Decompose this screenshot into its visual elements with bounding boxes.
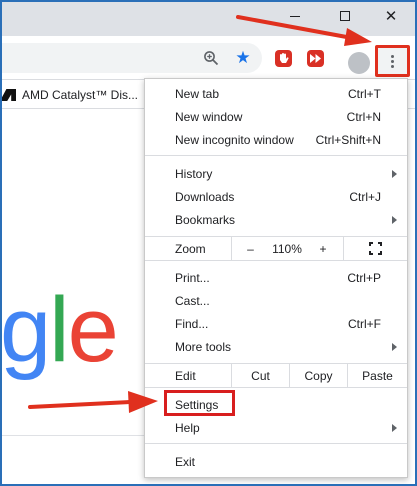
star-icon[interactable]: ★ bbox=[234, 48, 252, 68]
logo-letter: g bbox=[0, 279, 51, 381]
shortcut: Ctrl+F bbox=[348, 316, 381, 331]
menu-item-new-window[interactable]: New window Ctrl+N bbox=[145, 105, 407, 128]
search-box-edge bbox=[0, 435, 145, 436]
maximize-button[interactable] bbox=[322, 0, 368, 32]
zoom-out-button[interactable]: – bbox=[231, 237, 269, 260]
settings-highlight-box bbox=[164, 390, 235, 416]
submenu-arrow-icon bbox=[392, 342, 397, 351]
logo-letter: l bbox=[49, 279, 70, 381]
submenu-arrow-icon bbox=[392, 169, 397, 178]
arrow-to-settings bbox=[28, 391, 158, 413]
fast-forward-extension-icon[interactable] bbox=[306, 49, 324, 67]
close-button[interactable]: ✕ bbox=[368, 0, 414, 32]
copy-button[interactable]: Copy bbox=[289, 364, 347, 387]
edit-label: Edit bbox=[175, 369, 196, 383]
zoom-icon[interactable] bbox=[202, 49, 220, 67]
close-icon: ✕ bbox=[384, 7, 398, 25]
maximize-icon bbox=[340, 11, 350, 21]
menu-item-cast[interactable]: Cast... bbox=[145, 289, 407, 312]
menu-item-help[interactable]: Help bbox=[145, 416, 407, 439]
shortcut: Ctrl+J bbox=[349, 189, 381, 204]
menu-item-exit[interactable]: Exit bbox=[145, 450, 407, 473]
shortcut: Ctrl+N bbox=[346, 109, 381, 124]
shortcut: Ctrl+Shift+N bbox=[315, 132, 381, 147]
menu-item-downloads[interactable]: Downloads Ctrl+J bbox=[145, 185, 407, 208]
menu-item-find[interactable]: Find... Ctrl+F bbox=[145, 312, 407, 335]
bookmark-item[interactable]: AMD Catalyst™ Dis... bbox=[0, 86, 138, 104]
hand-extension-icon[interactable] bbox=[274, 49, 292, 67]
bookmark-label: AMD Catalyst™ Dis... bbox=[22, 88, 139, 102]
menu-item-print[interactable]: Print... Ctrl+P bbox=[145, 266, 407, 289]
google-logo: gle bbox=[0, 279, 119, 381]
zoom-row: Zoom – 110% + bbox=[145, 236, 407, 261]
zoom-in-button[interactable]: + bbox=[305, 237, 341, 260]
more-menu-button[interactable] bbox=[375, 45, 410, 77]
zoom-level: 110% bbox=[272, 241, 302, 256]
cut-button[interactable]: Cut bbox=[231, 364, 289, 387]
logo-letter: e bbox=[67, 279, 119, 381]
amd-logo-icon bbox=[0, 89, 16, 101]
menu-divider bbox=[145, 155, 407, 156]
address-bar[interactable] bbox=[0, 43, 262, 73]
fullscreen-icon bbox=[369, 242, 382, 255]
minimize-button[interactable] bbox=[272, 0, 318, 32]
fullscreen-button[interactable] bbox=[343, 237, 407, 260]
title-bar: ✕ bbox=[0, 0, 417, 36]
shortcut: Ctrl+P bbox=[347, 270, 381, 285]
menu-item-bookmarks[interactable]: Bookmarks bbox=[145, 208, 407, 231]
more-menu-icon bbox=[391, 54, 394, 58]
menu-item-new-incognito-window[interactable]: New incognito window Ctrl+Shift+N bbox=[145, 128, 407, 151]
menu-item-new-tab[interactable]: New tab Ctrl+T bbox=[145, 82, 407, 105]
minimize-icon bbox=[290, 15, 300, 17]
profile-avatar[interactable] bbox=[348, 52, 370, 74]
menu-item-more-tools[interactable]: More tools bbox=[145, 335, 407, 358]
edit-row: Edit Cut Copy Paste bbox=[145, 363, 407, 388]
browser-toolbar: ★ bbox=[0, 36, 417, 80]
shortcut: Ctrl+T bbox=[348, 86, 381, 101]
submenu-arrow-icon bbox=[392, 423, 397, 432]
menu-divider bbox=[145, 443, 407, 444]
paste-button[interactable]: Paste bbox=[347, 364, 407, 387]
submenu-arrow-icon bbox=[392, 215, 397, 224]
chrome-main-menu: New tab Ctrl+T New window Ctrl+N New inc… bbox=[144, 78, 408, 478]
zoom-label: Zoom bbox=[175, 242, 206, 256]
menu-item-history[interactable]: History bbox=[145, 162, 407, 185]
